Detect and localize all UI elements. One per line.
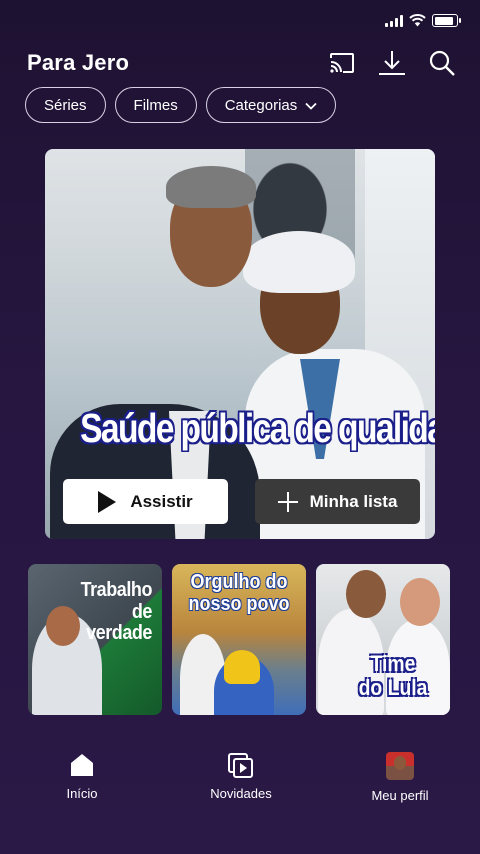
play-label: Assistir — [130, 491, 193, 511]
download-icon — [379, 51, 405, 75]
play-icon — [98, 490, 117, 513]
bottom-nav: Início Novidades Meu perfil — [0, 752, 480, 822]
my-list-button[interactable]: Minha lista — [255, 479, 420, 524]
chip-label: Filmes — [133, 96, 178, 114]
thumbnail-photo — [400, 578, 440, 626]
nav-label: Novidades — [210, 786, 272, 801]
thumbnail-row: Trabalho de verdade Orgulho do nosso pov… — [28, 564, 450, 715]
chip-label: Séries — [44, 96, 87, 114]
play-stack-icon — [228, 753, 253, 778]
chevron-down-icon — [305, 102, 317, 110]
thumbnail-photo — [346, 570, 386, 618]
page-title: Para Jero — [27, 50, 130, 75]
thumbnail-photo — [224, 650, 260, 684]
thumbnail-title: Time do Lula — [358, 651, 428, 700]
thumbnail-card[interactable]: Trabalho de verdade — [28, 564, 162, 715]
thumbnail-card[interactable]: Time do Lula — [316, 564, 450, 715]
status-bar — [385, 14, 461, 27]
my-list-label: Minha lista — [309, 491, 398, 511]
cast-icon — [330, 53, 354, 73]
search-icon — [429, 50, 455, 76]
nav-label: Meu perfil — [371, 788, 429, 803]
chip-filmes[interactable]: Filmes — [114, 87, 197, 123]
category-chips: Séries Filmes Categorias — [25, 87, 337, 123]
plus-icon — [277, 491, 298, 512]
hero-actions: Assistir Minha lista — [63, 479, 420, 524]
header-actions — [328, 49, 456, 77]
avatar — [386, 752, 414, 780]
wifi-icon — [409, 14, 426, 27]
chip-categorias[interactable]: Categorias — [205, 87, 337, 123]
hero-photo-detail — [243, 231, 355, 293]
nav-meu-perfil[interactable]: Meu perfil — [360, 752, 440, 822]
search-button[interactable] — [428, 49, 456, 77]
thumbnail-title: Trabalho de verdade — [80, 579, 153, 645]
thumbnail-card[interactable]: Orgulho do nosso povo — [172, 564, 306, 715]
hero-caption: Saúde pública de qualidade — [80, 405, 435, 451]
chip-label: Categorias — [224, 96, 298, 114]
nav-novidades[interactable]: Novidades — [201, 752, 281, 822]
hero-photo-detail — [166, 166, 256, 208]
download-button[interactable] — [378, 49, 406, 77]
nav-inicio[interactable]: Início — [42, 752, 122, 822]
hero-banner[interactable]: Saúde pública de qualidade Assistir Minh… — [45, 149, 435, 539]
chip-series[interactable]: Séries — [25, 87, 106, 123]
home-icon — [71, 754, 93, 776]
thumbnail-title: Orgulho do nosso povo — [188, 571, 290, 615]
battery-icon — [432, 14, 461, 27]
cast-button[interactable] — [328, 49, 356, 77]
header: Para Jero — [27, 46, 456, 80]
signal-icon — [385, 14, 403, 27]
play-button[interactable]: Assistir — [63, 479, 228, 524]
nav-label: Início — [66, 786, 98, 801]
